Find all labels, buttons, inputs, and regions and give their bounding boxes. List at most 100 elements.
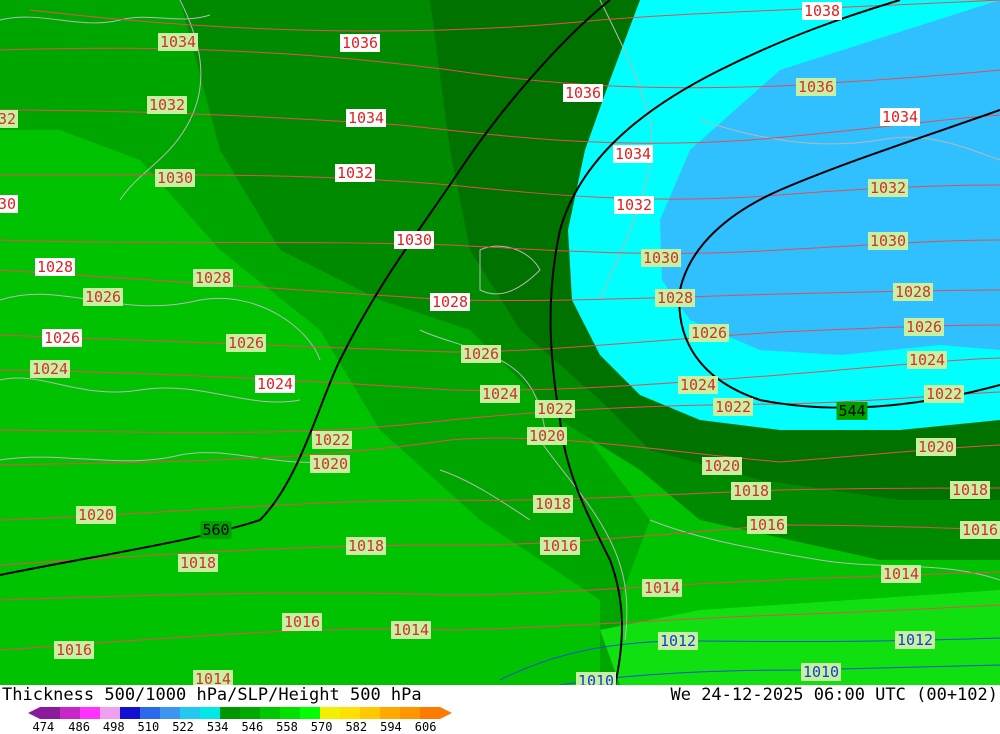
isobar-label-text: 1014 [195, 670, 231, 685]
legend-swatch [240, 707, 261, 719]
legend-swatch [60, 707, 81, 719]
legend-swatch [120, 707, 141, 719]
legend-swatch [260, 707, 281, 719]
isobar-label: 1020 [702, 457, 742, 475]
isobar-label: 1028 [893, 283, 933, 301]
isobar-label-text: 32 [0, 110, 16, 128]
isobar-label-text: 1022 [537, 400, 573, 418]
isobar-label-text: 1030 [396, 231, 432, 249]
legend-swatch [360, 707, 381, 719]
isobar-label-text: 1022 [314, 431, 350, 449]
isobar-label: 1030 [155, 169, 195, 187]
height-label: 560 [200, 521, 232, 539]
isobar-label: 1018 [533, 495, 573, 513]
isobar-label-text: 1024 [482, 385, 518, 403]
isobar-label: 1034 [880, 108, 920, 126]
height-label-text: 544 [838, 402, 865, 420]
isobar-label-text: 1034 [348, 109, 384, 127]
isobar-label: 32 [0, 110, 18, 128]
isobar-label: 1024 [30, 360, 70, 378]
isobar-label: 1034 [346, 109, 386, 127]
isobar-label: 1026 [42, 329, 82, 347]
isobar-label: 1020 [310, 455, 350, 473]
legend-tick: 606 [414, 720, 437, 734]
isobar-label: 1032 [614, 196, 654, 214]
isobar-label-text: 1034 [882, 108, 918, 126]
isobar-label-text: 1014 [393, 621, 429, 639]
isobar-label-text: 1028 [657, 289, 693, 307]
legend-max-arrow [440, 707, 452, 719]
isobar-label-text: 1016 [542, 537, 578, 555]
isobar-label: 1020 [527, 427, 567, 445]
isobar-label: 1014 [391, 621, 431, 639]
isobar-label: 1032 [147, 96, 187, 114]
legend-swatch [80, 707, 101, 719]
isobar-label: 1028 [193, 269, 233, 287]
legend-swatch [380, 707, 401, 719]
legend-tick: 498 [102, 720, 125, 734]
isobar-label-text: 1036 [342, 34, 378, 52]
isobar-label: 1016 [282, 613, 322, 631]
legend-swatch [420, 707, 441, 719]
isobar-label-text: 1032 [337, 164, 373, 182]
isobar-label-text: 1016 [56, 641, 92, 659]
isobar-label-text: 1018 [180, 554, 216, 572]
isobar-label: 1018 [178, 554, 218, 572]
legend-tick: 558 [276, 720, 298, 734]
isobar-label: 1022 [312, 431, 352, 449]
legend-swatch [140, 707, 161, 719]
legend-swatch [300, 707, 321, 719]
isobar-label-text: 1028 [432, 293, 468, 311]
isobar-label-text: 1012 [660, 632, 696, 650]
isobar-label: 1022 [713, 398, 753, 416]
isobar-label: 1014 [193, 670, 233, 685]
legend-tick: 474 [32, 720, 55, 734]
isobar-label-text: 1020 [704, 457, 740, 475]
isobar-label: 1014 [881, 565, 921, 583]
isobar-label-text: 1032 [870, 179, 906, 197]
legend-swatch [400, 707, 421, 719]
legend-swatch [280, 707, 301, 719]
isobar-label: 1024 [678, 376, 718, 394]
isobar-label: 1016 [54, 641, 94, 659]
isobar-label: 1020 [76, 506, 116, 524]
isobar-label: 1030 [394, 231, 434, 249]
legend-swatch [40, 707, 61, 719]
isobar-label-text: 1028 [37, 258, 73, 276]
isobar-label-text: 1020 [918, 438, 954, 456]
isobar-label-text: 1016 [284, 613, 320, 631]
isobar-label: 1032 [335, 164, 375, 182]
legend-swatch [160, 707, 181, 719]
isobar-label: 1026 [461, 345, 501, 363]
isobar-label: 1032 [868, 179, 908, 197]
isobar-label-text: 1022 [715, 398, 751, 416]
legend-tick: 582 [345, 720, 368, 734]
legend-swatch [220, 707, 241, 719]
isobar-label-text: 1018 [348, 537, 384, 555]
isobar-label-text: 1016 [962, 521, 998, 539]
isobar-label: 1026 [226, 334, 266, 352]
legend-swatch [200, 707, 221, 719]
isobar-label: 1018 [950, 481, 990, 499]
isobar-label-text: 1024 [909, 351, 945, 369]
isobar-label-text: 1032 [149, 96, 185, 114]
isobar-label: 1010 [801, 663, 841, 681]
isobar-label: 1024 [480, 385, 520, 403]
isobar-label-text: 1018 [952, 481, 988, 499]
isobar-label: 1016 [960, 521, 1000, 539]
legend-swatch [180, 707, 201, 719]
legend-swatch [100, 707, 121, 719]
isobar-label-text: 1026 [691, 324, 727, 342]
isobar-label-text: 1036 [565, 84, 601, 102]
isobar-label-text: 1026 [85, 288, 121, 306]
isobar-label-text: 30 [0, 195, 16, 213]
isobar-label-text: 1012 [897, 631, 933, 649]
isobar-label-text: 1016 [749, 516, 785, 534]
isobar-label-text: 1034 [160, 33, 196, 51]
isobar-label-text: 1036 [798, 78, 834, 96]
isobar-label: 1016 [540, 537, 580, 555]
isobar-label-text: 1030 [157, 169, 193, 187]
isobar-label: 1026 [689, 324, 729, 342]
isobar-label-text: 1026 [44, 329, 80, 347]
isobar-label: 1034 [158, 33, 198, 51]
